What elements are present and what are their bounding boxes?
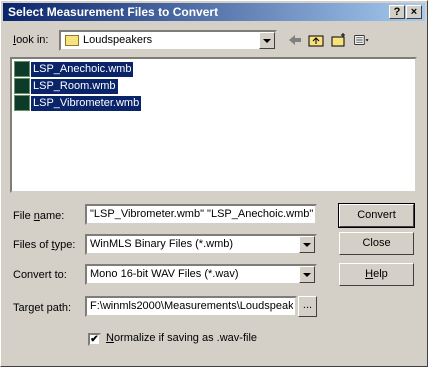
window-title: Select Measurement Files to Convert (8, 5, 219, 19)
list-item[interactable]: LSP_Vibrometer.wmb (14, 95, 142, 111)
close-button[interactable]: Close (339, 232, 414, 255)
target-path-label: Target path: (13, 302, 72, 314)
file-list[interactable]: LSP_Anechoic.wmb LSP_Room.wmb LSP_Vibrom… (10, 57, 417, 193)
file-type-value: WinMLS Binary Files (*.wmb) (90, 238, 234, 250)
convert-button[interactable]: Convert (338, 203, 415, 228)
new-folder-icon[interactable] (331, 32, 347, 48)
waveform-file-icon (14, 61, 30, 77)
normalize-checkbox[interactable]: ✔ (88, 333, 101, 346)
file-name-value: "LSP_Vibrometer.wmb" "LSP_Anechoic.wmb" (90, 208, 313, 220)
list-item[interactable]: LSP_Room.wmb (14, 78, 118, 94)
folder-icon (65, 35, 79, 46)
title-bar[interactable]: Select Measurement Files to Convert ? × (3, 3, 425, 21)
view-menu-icon[interactable] (354, 32, 370, 48)
file-type-label: Files of type: (13, 239, 76, 251)
dialog-window: Select Measurement Files to Convert ? × … (0, 0, 428, 367)
help-title-button[interactable]: ? (389, 5, 405, 19)
convert-to-select[interactable]: Mono 16-bit WAV Files (*.wav) (85, 264, 317, 285)
waveform-file-icon (14, 95, 30, 111)
chevron-down-icon[interactable] (259, 32, 275, 49)
chevron-down-icon[interactable] (299, 266, 315, 283)
back-arrow-icon[interactable] (287, 32, 303, 48)
chevron-down-icon[interactable] (299, 236, 315, 253)
look-in-select[interactable]: Loudspeakers (59, 30, 277, 51)
target-path-value: F:\winmls2000\Measurements\Loudspeake (90, 300, 293, 312)
look-in-label: Iook in: (13, 34, 49, 46)
close-title-button[interactable]: × (406, 5, 422, 19)
target-path-input[interactable]: F:\winmls2000\Measurements\Loudspeake (85, 296, 297, 317)
look-in-value: Loudspeakers (83, 34, 153, 46)
list-item-label: LSP_Vibrometer.wmb (31, 95, 142, 111)
list-item-label: LSP_Anechoic.wmb (31, 61, 134, 77)
file-name-label: File name: (13, 210, 65, 222)
convert-to-value: Mono 16-bit WAV Files (*.wav) (90, 268, 239, 280)
file-name-input[interactable]: "LSP_Vibrometer.wmb" "LSP_Anechoic.wmb" (85, 204, 317, 225)
normalize-label[interactable]: Normalize if saving as .wav-file (106, 332, 257, 344)
up-folder-icon[interactable] (308, 32, 324, 48)
browse-button[interactable]: ... (298, 296, 317, 317)
help-button[interactable]: Help (339, 263, 414, 286)
convert-to-label: Convert to: (13, 269, 67, 281)
file-type-select[interactable]: WinMLS Binary Files (*.wmb) (85, 234, 317, 255)
list-item-label: LSP_Room.wmb (31, 78, 118, 94)
list-item[interactable]: LSP_Anechoic.wmb (14, 61, 134, 77)
waveform-file-icon (14, 78, 30, 94)
